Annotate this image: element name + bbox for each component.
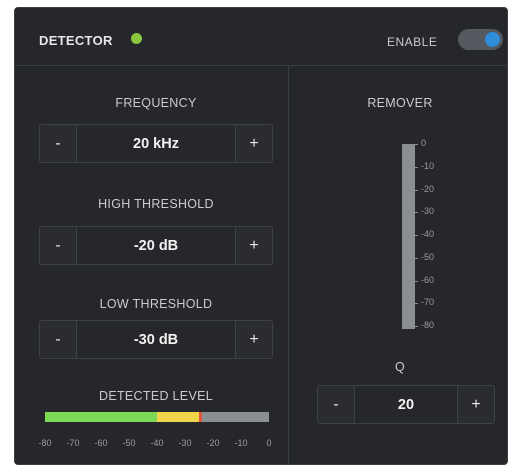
frequency-decrement-button[interactable]: -	[40, 125, 77, 162]
level-segment	[45, 412, 157, 422]
meter-tick-label: -60	[421, 274, 435, 285]
meter-tick-label: -10	[421, 160, 435, 171]
meter-tick-mark	[415, 303, 418, 305]
detected-level-meter	[45, 412, 269, 422]
meter-tick-label: -40	[421, 229, 435, 239]
meter-tick-mark	[415, 166, 418, 168]
meter-tick-label: 0	[421, 138, 427, 148]
panel-title: DETECTOR	[39, 33, 113, 48]
meter-tick-mark	[415, 257, 418, 259]
level-tick-label: -10	[234, 438, 248, 448]
level-tick-label: -80	[38, 438, 52, 448]
level-tick-label: -70	[66, 438, 80, 448]
level-tick-label: -30	[178, 438, 192, 448]
level-tick-label: -50	[122, 438, 136, 448]
meter-tick-label: -50	[421, 251, 435, 262]
meter-tick-mark	[415, 189, 418, 191]
frequency-value[interactable]: 20 kHz	[77, 125, 235, 162]
column-divider	[288, 65, 289, 464]
meter-tick-label: -30	[421, 206, 435, 217]
meter-tick-mark	[415, 144, 418, 145]
panel-header: DETECTOR ENABLE	[15, 8, 507, 66]
detector-panel: DETECTOR ENABLE FREQUENCY - 20 kHz + HIG…	[14, 7, 508, 465]
high-threshold-label: HIGH THRESHOLD	[98, 197, 214, 211]
meter-tick-mark	[415, 326, 418, 327]
toggle-knob	[485, 32, 500, 47]
q-increment-button[interactable]: +	[457, 386, 494, 423]
meter-tick-label: -20	[421, 183, 435, 194]
meter-tick-mark	[415, 280, 418, 282]
q-decrement-button[interactable]: -	[318, 386, 355, 423]
level-tick-label: -60	[94, 438, 108, 448]
remover-label: REMOVER	[367, 96, 433, 110]
high-threshold-stepper: - -20 dB +	[39, 226, 273, 265]
frequency-label: FREQUENCY	[115, 96, 197, 110]
low-threshold-label: LOW THRESHOLD	[99, 297, 213, 311]
q-value[interactable]: 20	[355, 386, 457, 423]
high-threshold-decrement-button[interactable]: -	[40, 227, 77, 264]
low-threshold-increment-button[interactable]: +	[235, 321, 272, 358]
level-tick-label: 0	[266, 438, 272, 448]
frequency-stepper: - 20 kHz +	[39, 124, 273, 163]
level-segment	[157, 412, 199, 422]
enable-label: ENABLE	[387, 35, 438, 49]
q-stepper: - 20 +	[317, 385, 495, 424]
q-label: Q	[394, 360, 406, 374]
meter-tick-mark	[415, 212, 418, 214]
frequency-increment-button[interactable]: +	[235, 125, 272, 162]
detected-level-scale: -80 -70 -60 -50 -40 -30 -20 -10 0	[38, 438, 283, 450]
meter-tick-label: -70	[421, 297, 435, 308]
high-threshold-increment-button[interactable]: +	[235, 227, 272, 264]
high-threshold-value[interactable]: -20 dB	[77, 227, 235, 264]
level-segment	[201, 412, 269, 422]
level-tick-label: -40	[150, 438, 164, 448]
low-threshold-decrement-button[interactable]: -	[40, 321, 77, 358]
low-threshold-stepper: - -30 dB +	[39, 320, 273, 359]
level-tick-label: -20	[206, 438, 220, 448]
remover-meter	[402, 144, 415, 329]
meter-tick-label: -80	[421, 320, 435, 330]
meter-tick-mark	[415, 235, 418, 236]
status-indicator-icon	[131, 33, 142, 44]
low-threshold-value[interactable]: -30 dB	[77, 321, 235, 358]
detected-level-label: DETECTED LEVEL	[99, 389, 213, 403]
enable-toggle[interactable]	[458, 29, 503, 50]
